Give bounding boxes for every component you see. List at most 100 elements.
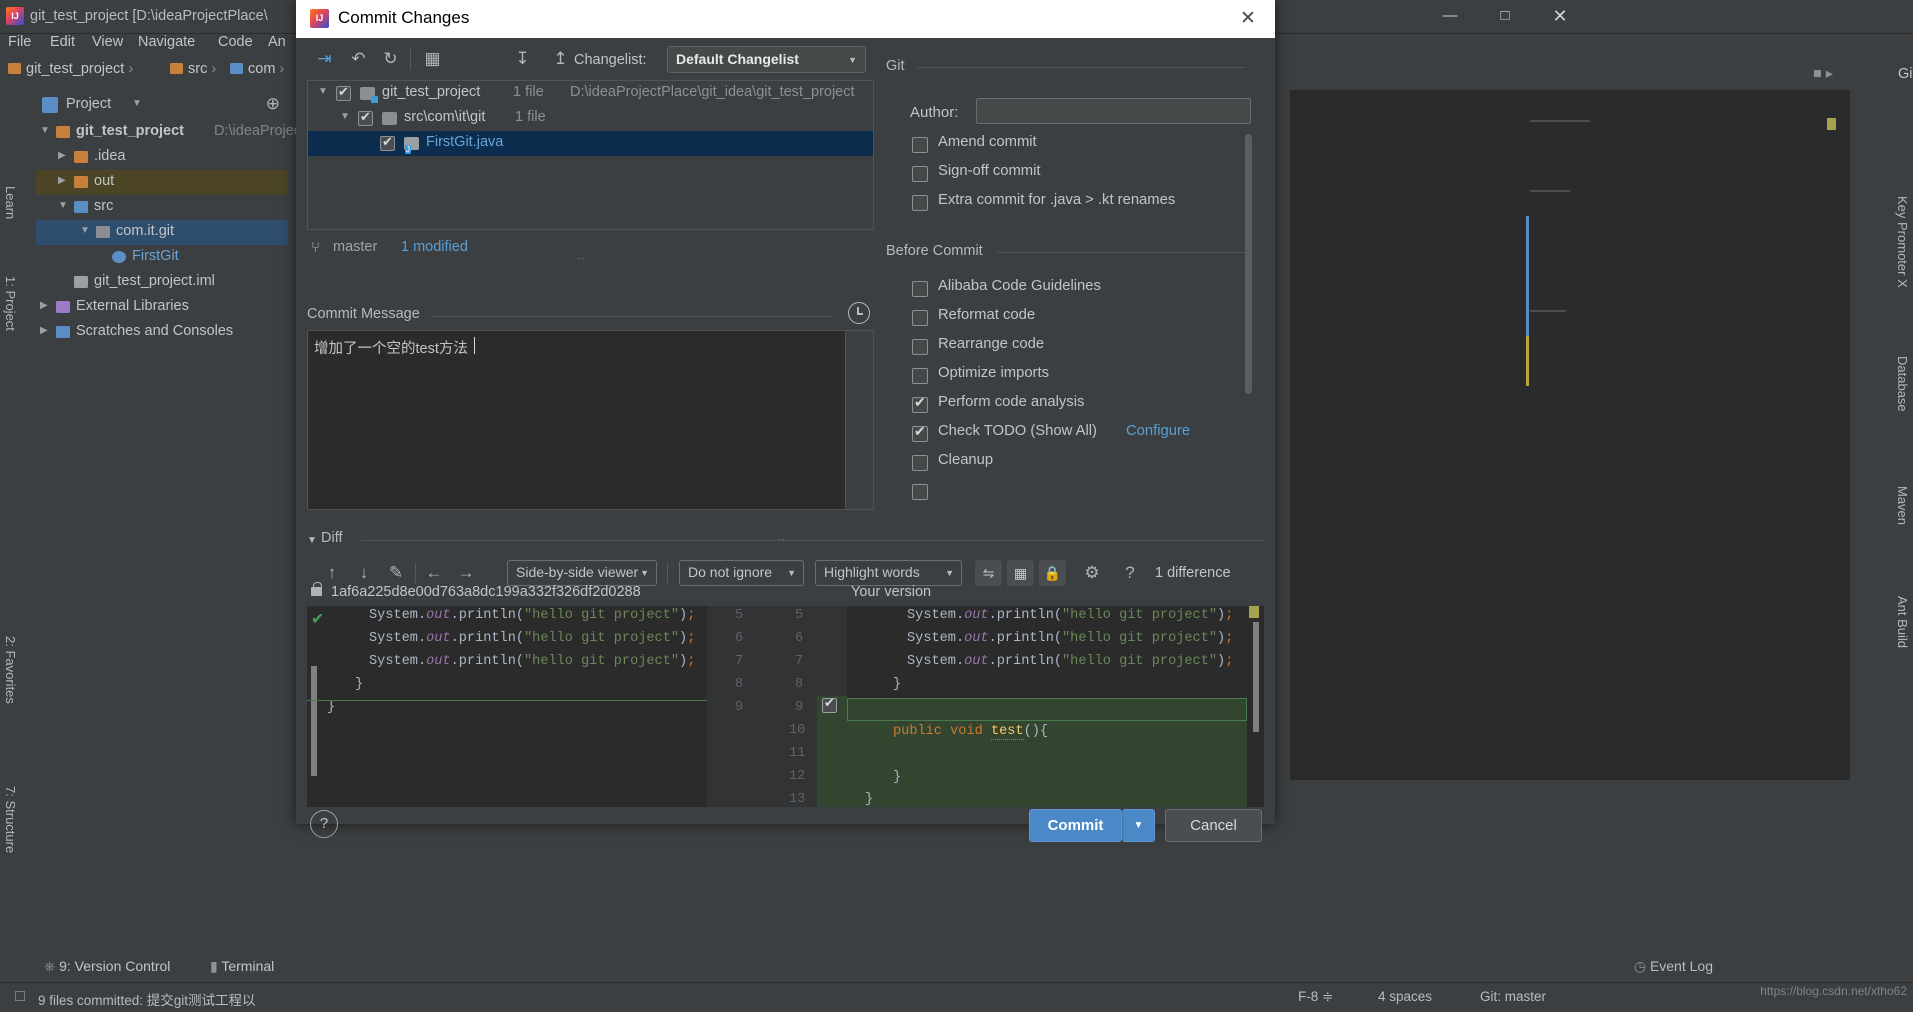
- collapse-all-icon[interactable]: ↥: [546, 45, 575, 73]
- options-scrollbar[interactable]: [1245, 134, 1252, 394]
- pencil-icon[interactable]: ✎: [383, 560, 409, 586]
- cancel-button[interactable]: Cancel: [1165, 809, 1262, 842]
- undo-icon[interactable]: ↶: [344, 45, 373, 73]
- tree-item-out[interactable]: ▶ out: [36, 170, 288, 195]
- file-checkbox[interactable]: [358, 109, 373, 126]
- expand-all-icon[interactable]: ↧: [508, 45, 537, 73]
- lock-icon[interactable]: 🔒: [1039, 560, 1066, 586]
- checkbox[interactable]: [912, 137, 928, 153]
- viewer-mode-combo[interactable]: Side-by-side viewer ▼: [507, 560, 657, 586]
- tree-item-project[interactable]: ▼ git_test_project D:\ideaProject: [36, 120, 305, 145]
- checkbox[interactable]: [912, 455, 928, 471]
- breadcrumb-src[interactable]: src ›: [170, 61, 220, 77]
- checkbox[interactable]: [912, 484, 928, 500]
- diff-left-scrollbar[interactable]: [311, 666, 317, 776]
- tab-ant-build[interactable]: Ant Build: [1895, 596, 1910, 648]
- statusbar-version-control[interactable]: ⎈ 9: Version Control: [44, 958, 170, 975]
- statusbar-terminal[interactable]: ▮ Terminal: [210, 958, 274, 975]
- menu-analyze[interactable]: An: [268, 34, 286, 50]
- splitter-grip[interactable]: ⋯: [577, 254, 586, 263]
- checkbox[interactable]: [912, 423, 928, 442]
- checkbox[interactable]: [912, 339, 928, 355]
- menu-file[interactable]: File: [8, 34, 31, 50]
- file-tree-row-folder[interactable]: ▼ src\com\it\git 1 file: [308, 106, 873, 131]
- file-checkbox[interactable]: [336, 84, 351, 101]
- group-by-icon[interactable]: ▦: [418, 45, 447, 73]
- collapse-arrow-icon[interactable]: ⇥: [310, 45, 339, 73]
- columns-icon[interactable]: ▦: [1007, 560, 1034, 586]
- tree-item-firstgit[interactable]: FirstGit: [36, 245, 288, 270]
- tab-maven[interactable]: Maven: [1895, 486, 1910, 525]
- commit-button[interactable]: Commit: [1029, 809, 1122, 842]
- window-close-button[interactable]: ✕: [1537, 0, 1583, 32]
- menu-edit[interactable]: Edit: [50, 34, 75, 50]
- breadcrumb-project[interactable]: git_test_project ›: [8, 61, 137, 77]
- help-icon[interactable]: ?: [1117, 560, 1143, 586]
- statusbar-event-log[interactable]: ◷ Event Log: [1634, 958, 1713, 975]
- configure-link[interactable]: Configure: [1126, 423, 1190, 439]
- tree-item-scratches[interactable]: ▶ Scratches and Consoles: [36, 320, 288, 345]
- chevron-down-icon[interactable]: ▼: [80, 225, 90, 236]
- chevron-right-icon[interactable]: ▶: [58, 175, 66, 186]
- tree-item-iml[interactable]: git_test_project.iml: [36, 270, 288, 295]
- close-icon[interactable]: ✕: [1231, 6, 1265, 32]
- project-tree[interactable]: ▼ git_test_project D:\ideaProject ▶ .ide…: [36, 120, 305, 780]
- run-icons[interactable]: ■ ▸: [1813, 66, 1833, 82]
- chevron-right-icon[interactable]: ▶: [40, 325, 48, 336]
- checkbox[interactable]: [912, 281, 928, 297]
- arrow-up-icon[interactable]: ↑: [319, 560, 345, 586]
- diff-left-pane[interactable]: ✔ System.out.println("hello git project"…: [307, 606, 707, 807]
- checkbox[interactable]: [912, 195, 928, 211]
- statusbar-position[interactable]: F-8 ≑: [1298, 989, 1333, 1005]
- arrow-left-icon[interactable]: ←: [421, 560, 447, 586]
- chevron-down-icon[interactable]: ▼: [132, 98, 142, 109]
- clock-icon[interactable]: [848, 302, 870, 324]
- window-minimize-button[interactable]: —: [1427, 0, 1473, 32]
- editor-area[interactable]: [1290, 90, 1850, 780]
- menu-navigate[interactable]: Navigate: [138, 34, 195, 50]
- statusbar-indent[interactable]: 4 spaces: [1378, 989, 1432, 1004]
- breadcrumb-com[interactable]: com ›: [230, 61, 288, 77]
- statusbar-toggle-icon[interactable]: ☐: [14, 989, 26, 1005]
- collapse-unchanged-icon[interactable]: ⇋: [975, 560, 1002, 586]
- changelist-combo[interactable]: Default Changelist ▼: [667, 46, 866, 73]
- splitter-grip[interactable]: ⋯: [777, 535, 786, 544]
- help-button[interactable]: ?: [310, 810, 338, 838]
- menu-code[interactable]: Code: [218, 34, 253, 50]
- chevron-right-icon[interactable]: ▶: [58, 150, 66, 161]
- tab-project[interactable]: 1: Project: [3, 276, 18, 331]
- tree-item-src[interactable]: ▼ src: [36, 195, 288, 220]
- whitespace-combo[interactable]: Do not ignore ▼: [679, 560, 804, 586]
- diff-right-pane[interactable]: System.out.println("hello git project");…: [847, 606, 1264, 807]
- checkbox[interactable]: [912, 368, 928, 384]
- locate-icon[interactable]: ⊕: [266, 94, 280, 114]
- commit-dropdown-button[interactable]: ▼: [1122, 809, 1155, 842]
- statusbar-branch[interactable]: Git: master: [1480, 989, 1546, 1004]
- tree-item-package[interactable]: ▼ com.it.git: [36, 220, 288, 245]
- modified-count[interactable]: 1 modified: [401, 239, 468, 255]
- checkbox[interactable]: [912, 166, 928, 182]
- chevron-down-icon[interactable]: ▼: [40, 125, 50, 136]
- author-field[interactable]: [976, 98, 1251, 124]
- commit-message-input[interactable]: 增加了一个空的test方法: [307, 330, 874, 510]
- highlight-combo[interactable]: Highlight words ▼: [815, 560, 962, 586]
- tab-key-promoter[interactable]: Key Promoter X: [1895, 196, 1910, 288]
- window-maximize-button[interactable]: □: [1482, 0, 1528, 32]
- refresh-icon[interactable]: ↻: [376, 45, 405, 73]
- diff-section-header[interactable]: ▼ Diff ⋯: [307, 530, 1264, 552]
- changed-files-tree[interactable]: ▼ git_test_project 1 file D:\ideaProject…: [307, 80, 874, 230]
- gear-icon[interactable]: ⚙: [1079, 560, 1105, 586]
- tab-favorites[interactable]: 2: Favorites: [3, 636, 18, 704]
- chevron-down-icon[interactable]: ▼: [318, 86, 328, 97]
- tab-structure[interactable]: 7: Structure: [3, 786, 18, 853]
- accept-change-checkbox[interactable]: [822, 696, 837, 713]
- tab-learn[interactable]: Learn: [3, 186, 18, 219]
- tree-item-external-libraries[interactable]: ▶ External Libraries: [36, 295, 288, 320]
- checkbox[interactable]: [912, 310, 928, 326]
- file-tree-row-project[interactable]: ▼ git_test_project 1 file D:\ideaProject…: [308, 81, 873, 106]
- chevron-down-icon[interactable]: ▼: [58, 200, 68, 211]
- arrow-down-icon[interactable]: ↓: [351, 560, 377, 586]
- chevron-down-icon[interactable]: ▼: [340, 111, 350, 122]
- file-tree-row-file[interactable]: FirstGit.java: [308, 131, 873, 156]
- chevron-right-icon[interactable]: ▶: [40, 300, 48, 311]
